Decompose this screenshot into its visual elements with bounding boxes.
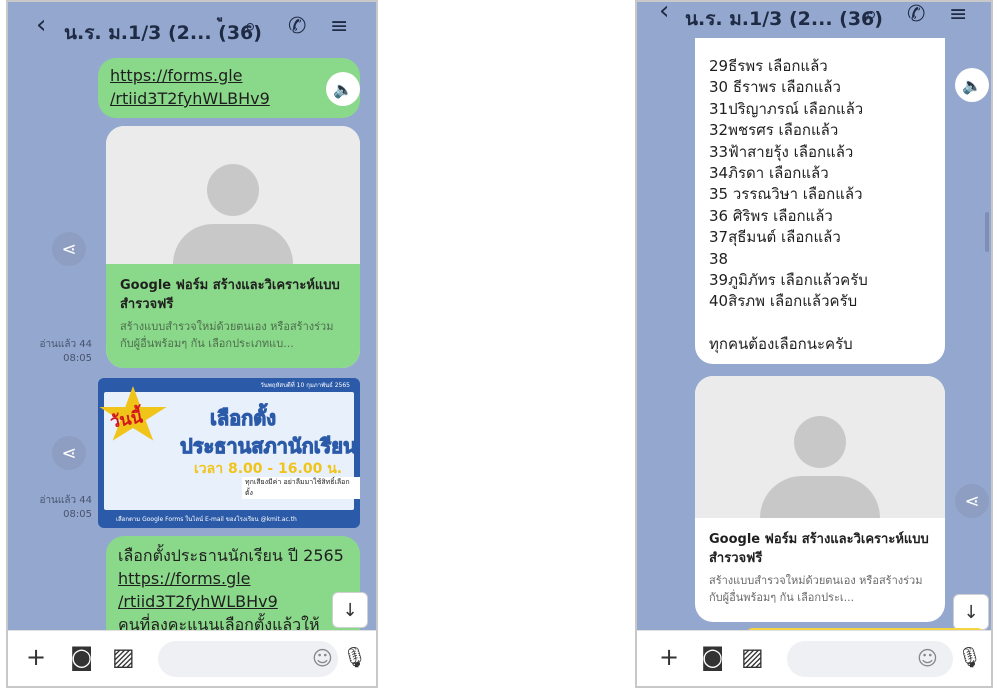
list-line: 30 ธีราพร เลือกแล้ว [709, 78, 841, 97]
poster-burst-text: วันนี้ [108, 407, 145, 433]
avatar-placeholder-head [207, 164, 259, 216]
link-preview-card[interactable]: Google ฟอร์ม สร้างและวิเคราะห์แบบสำรวจฟร… [106, 126, 360, 368]
list-line: 34ภิรดา เลือกแล้ว [709, 164, 829, 183]
list-line: 39ภูมิภัทร เลือกแล้วครับ [709, 271, 868, 290]
right-phone-screen: ‹ น.ร. ม.1/3 (2... (36) ⌕ ✆ ≡ 29ธีรพร เล… [635, 0, 993, 688]
search-icon[interactable]: ⌕ [865, 2, 877, 27]
link-preview-card[interactable]: Google ฟอร์ม สร้างและวิเคราะห์แบบสำรวจฟร… [695, 376, 945, 622]
preview-image [695, 376, 945, 518]
read-receipt: อ่านแล้ว 44 08:05 [39, 339, 92, 364]
list-line: 32พชรศร เลือกแล้ว [709, 121, 839, 140]
poster-date: วันพฤหัสบดีที่ 10 กุมภาพันธ์ 2565 [260, 382, 350, 389]
image-icon[interactable]: ▨ [112, 643, 135, 671]
search-icon[interactable]: ⌕ [244, 14, 256, 39]
list-line: 35 วรรณวิษา เลือกแล้ว [709, 185, 863, 204]
scroll-down-button[interactable]: ↓ [332, 592, 368, 628]
voter-list: 29ธีรพร เลือกแล้ว 30 ธีราพร เลือกแล้ว 31ปร… [709, 56, 931, 356]
chat-title: น.ร. ม.1/3 (2... (36) [685, 8, 883, 30]
menu-icon[interactable]: ≡ [330, 14, 348, 39]
list-line: 31ปริญาภรณ์ เลือกแล้ว [709, 99, 864, 118]
image-icon[interactable]: ▨ [741, 643, 764, 671]
form-link[interactable]: https://forms.gle /rtiid3T2fyhWLBHv9 [118, 567, 348, 613]
announce-icon[interactable]: 🔈 [955, 68, 989, 102]
list-line: 29ธีรพร เลือกแล้ว [709, 57, 828, 75]
back-icon[interactable]: ‹ [36, 10, 46, 40]
message-input[interactable] [158, 641, 338, 677]
input-bar: + ◙ ▨ ☺ 🎙 [8, 630, 376, 686]
emoji-icon[interactable]: ☺ [917, 646, 938, 670]
avatar-placeholder-body [760, 476, 880, 518]
preview-image [106, 126, 360, 264]
chat-header: ‹ น.ร. ม.1/3 (2... (36) ⌕ ✆ ≡ [637, 2, 991, 38]
plus-icon[interactable]: + [26, 643, 46, 671]
left-phone-screen: ‹ น.ร. ม.1/3 (2... (36) ⌕ ✆ ≡ https://fo… [6, 0, 378, 688]
list-line [709, 313, 931, 334]
list-line: 37สุธีมนต์ เลือกแล้ว [709, 228, 841, 247]
scrollbar[interactable] [985, 212, 989, 252]
emoji-icon[interactable]: ☺ [312, 646, 333, 670]
plus-icon[interactable]: + [659, 643, 679, 671]
menu-icon[interactable]: ≡ [949, 2, 967, 27]
poster-footer: เลือกตาม Google Forms ในไลน์ E-mail ของโ… [116, 516, 297, 523]
preview-title: Google ฟอร์ม สร้างและวิเคราะห์แบบสำรวจฟร… [709, 532, 929, 566]
back-icon[interactable]: ‹ [659, 2, 669, 26]
list-line: 38 [709, 249, 729, 268]
preview-text: Google ฟอร์ม สร้างและวิเคราะห์แบบสำรวจฟร… [695, 518, 945, 618]
call-icon[interactable]: ✆ [288, 14, 306, 39]
mic-icon[interactable]: 🎙 [342, 645, 367, 669]
preview-text: Google ฟอร์ม สร้างและวิเคราะห์แบบสำรวจฟร… [106, 264, 360, 368]
avatar-placeholder-body [173, 224, 293, 264]
call-icon[interactable]: ✆ [907, 2, 925, 27]
list-line: 33ฟ้าสายรุ้ง เลือกแล้ว [709, 142, 854, 161]
list-line: 40สิรภพ เลือกแล้วครับ [709, 292, 858, 311]
list-line: 36 ศิริพร เลือกแล้ว [709, 206, 833, 225]
list-line: ทุกคนต้องเลือกนะครับ [709, 335, 853, 354]
chat-header: ‹ น.ร. ม.1/3 (2... (36) ⌕ ✆ ≡ [8, 2, 376, 50]
link-message: https://forms.gle /rtiid3T2fyhWLBHv9 [98, 58, 360, 118]
election-poster-image[interactable]: วันพฤหัสบดีที่ 10 กุมภาพันธ์ 2565 วันนี้… [98, 378, 360, 528]
read-receipt: อ่านแล้ว 44 08:05 [39, 495, 92, 520]
message-text: เลือกตั้งประธานนักเรียน ปี 2565 [118, 546, 344, 565]
chat-title: น.ร. ม.1/3 (2... (36) [64, 22, 262, 44]
share-icon[interactable]: ⋖ [955, 484, 989, 518]
preview-title: Google ฟอร์ม สร้างและวิเคราะห์แบบสำรวจฟร… [120, 278, 340, 312]
scroll-down-button[interactable]: ↓ [953, 594, 989, 630]
share-icon[interactable]: ⋖ [52, 232, 86, 266]
camera-icon[interactable]: ◙ [701, 643, 724, 671]
avatar-placeholder-head [794, 416, 846, 468]
voter-list-message: 29ธีรพร เลือกแล้ว 30 ธีราพร เลือกแล้ว 31ปร… [695, 24, 945, 364]
preview-description: สร้างแบบสำรวจใหม่ด้วยตนเอง หรือสร้างร่วม… [120, 320, 334, 350]
announce-icon[interactable]: 🔈 [326, 72, 360, 106]
preview-description: สร้างแบบสำรวจใหม่ด้วยตนเอง หรือสร้างร่วม… [709, 574, 923, 604]
form-link[interactable]: https://forms.gle /rtiid3T2fyhWLBHv9 [110, 64, 348, 110]
mic-icon[interactable]: 🎙 [957, 645, 982, 669]
camera-icon[interactable]: ◙ [70, 643, 93, 671]
input-bar: + ◙ ▨ ☺ 🎙 [637, 630, 991, 686]
share-icon[interactable]: ⋖ [52, 436, 86, 470]
poster-line4: ทุกเสียงมีค่า อย่าลืมมาใช้สิทธิ์เลือกตั้… [242, 477, 360, 499]
